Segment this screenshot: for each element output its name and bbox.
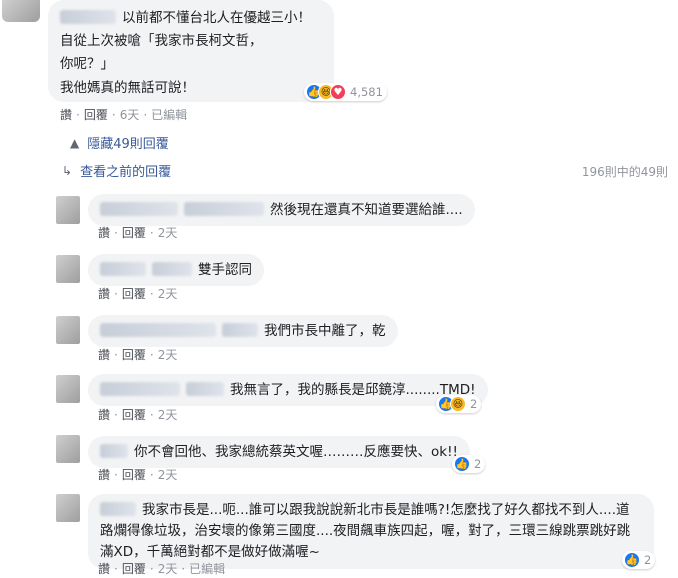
reactions-summary[interactable]: 👍 2	[622, 551, 656, 569]
reaction-count: 2	[474, 457, 482, 471]
hide-replies-label: 隱藏49則回覆	[87, 137, 169, 152]
reply-text: 然後現在還真不知道要選給誰....	[270, 202, 463, 218]
edited-label[interactable]: 已編輯	[189, 562, 225, 576]
top-comment-line-2: 自從上次被嗆「我家市長柯文哲，	[60, 33, 263, 49]
like-link[interactable]: 讚	[98, 468, 110, 482]
edited-label[interactable]: 已編輯	[151, 108, 187, 122]
reply-actions: 讚 · 回覆 · 2天	[98, 468, 178, 482]
reaction-count: 4,581	[350, 85, 383, 99]
like-icon: 👍	[624, 552, 640, 568]
blurred-username[interactable]	[100, 382, 180, 396]
reaction-count: 2	[470, 397, 478, 411]
reply-link[interactable]: 回覆	[122, 562, 146, 576]
reply-bubble: 然後現在還真不知道要選給誰....	[88, 194, 475, 226]
like-link[interactable]: 讚	[98, 562, 110, 576]
reply-text: 我們市長中離了，乾	[264, 323, 386, 339]
blurred-text	[186, 382, 224, 396]
comment-actions: 讚 · 回覆 · 6天 · 已編輯	[60, 108, 188, 122]
top-comment-line-3: 你呢？」	[60, 56, 114, 72]
reactions-summary[interactable]: 👍 😆 ♥ 4,581	[304, 83, 387, 101]
blurred-username[interactable]	[100, 202, 178, 216]
reply-text: 我無言了，我的縣長是邱鏡淳........TMD!	[230, 382, 476, 398]
blurred-username[interactable]	[60, 10, 116, 24]
reactions-summary[interactable]: 👍 2	[452, 455, 486, 473]
blurred-username[interactable]	[100, 262, 146, 276]
avatar[interactable]	[56, 255, 80, 283]
love-icon: ♥	[330, 84, 346, 100]
reply-actions: 讚 · 回覆 · 2天	[98, 226, 178, 240]
reply-actions: 讚 · 回覆 · 2天	[98, 287, 178, 301]
haha-icon: 😆	[450, 396, 466, 412]
avatar[interactable]	[56, 196, 80, 224]
reply-bubble: 你不會回他、我家總統蔡英文喔………反應要快、ok!!	[88, 436, 470, 468]
timestamp[interactable]: 6天	[120, 108, 140, 122]
reactions-summary[interactable]: 👍 😆 2	[436, 395, 482, 413]
like-link[interactable]: 讚	[60, 108, 72, 122]
like-link[interactable]: 讚	[98, 287, 110, 301]
timestamp[interactable]: 2天	[158, 562, 178, 576]
chevron-up-icon: ▲	[70, 135, 80, 150]
blurred-text	[184, 202, 264, 216]
view-previous-replies[interactable]: ↳ 查看之前的回覆	[62, 161, 172, 181]
timestamp[interactable]: 2天	[158, 348, 178, 362]
reply-link[interactable]: 回覆	[122, 287, 146, 301]
reply-link[interactable]: 回覆	[122, 468, 146, 482]
avatar[interactable]	[56, 316, 80, 344]
timestamp[interactable]: 2天	[158, 287, 178, 301]
like-icon: 👍	[454, 456, 470, 472]
reply-text: 你不會回他、我家總統蔡英文喔………反應要快、ok!!	[134, 444, 458, 460]
blurred-username[interactable]	[100, 502, 136, 516]
view-previous-label: 查看之前的回覆	[80, 165, 172, 180]
reply-bubble: 我們市長中離了，乾	[88, 315, 398, 347]
blurred-text	[222, 323, 258, 337]
reaction-count: 2	[644, 553, 652, 567]
blurred-username[interactable]	[100, 444, 128, 458]
reply-link[interactable]: 回覆	[122, 226, 146, 240]
avatar[interactable]	[56, 375, 80, 403]
reply-link[interactable]: 回覆	[122, 408, 146, 422]
reply-text-line-2: 路爛得像垃圾，治安壞的像第三國度....夜間飆車族四起，喔，對了，三環三線跳票跳…	[100, 523, 631, 539]
top-comment-bubble: 以前都不懂台北人在優越三小！ 自從上次被嗆「我家市長柯文哲， 你呢？」 我他媽真…	[48, 0, 334, 102]
avatar[interactable]	[56, 435, 80, 463]
reply-actions: 讚 · 回覆 · 2天 · 已編輯	[98, 562, 226, 576]
like-link[interactable]: 讚	[98, 408, 110, 422]
top-comment-line-1: 以前都不懂台北人在優越三小！	[122, 10, 311, 26]
timestamp[interactable]: 2天	[158, 468, 178, 482]
reply-text: 雙手認同	[198, 262, 252, 278]
replies-counter: 196則中的49則	[581, 165, 668, 179]
like-link[interactable]: 讚	[98, 226, 110, 240]
reply-bubble: 我無言了，我的縣長是邱鏡淳........TMD!	[88, 374, 488, 406]
blurred-username[interactable]	[100, 323, 216, 337]
like-link[interactable]: 讚	[98, 348, 110, 362]
avatar[interactable]	[56, 494, 80, 522]
reply-bubble: 雙手認同	[88, 254, 264, 286]
reply-actions: 讚 · 回覆 · 2天	[98, 408, 178, 422]
hide-replies-toggle[interactable]: ▲ 隱藏49則回覆	[70, 133, 169, 153]
timestamp[interactable]: 2天	[158, 226, 178, 240]
reply-text-line-1: 我家市長是...呃...誰可以跟我說說新北市長是誰嗎?!怎麼找了好久都找不到人.…	[142, 502, 630, 518]
reply-link[interactable]: 回覆	[84, 108, 108, 122]
blurred-username[interactable]	[152, 262, 192, 276]
reply-link[interactable]: 回覆	[122, 348, 146, 362]
top-comment-line-4: 我他媽真的無話可說！	[60, 80, 195, 96]
timestamp[interactable]: 2天	[158, 408, 178, 422]
reply-actions: 讚 · 回覆 · 2天	[98, 348, 178, 362]
reply-arrow-icon: ↳	[62, 163, 73, 178]
avatar[interactable]	[2, 0, 40, 22]
reply-bubble: 我家市長是...呃...誰可以跟我說說新北市長是誰嗎?!怎麼找了好久都找不到人.…	[88, 494, 654, 569]
